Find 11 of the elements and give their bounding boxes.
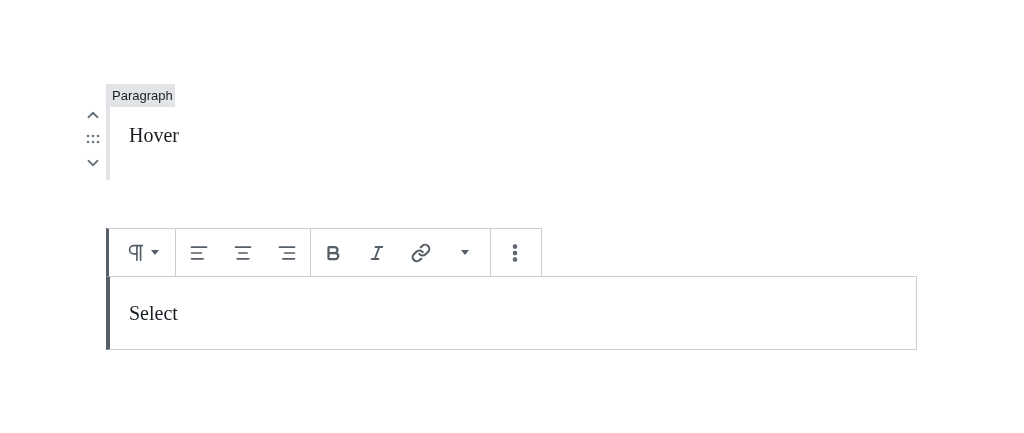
italic-icon <box>368 243 386 262</box>
caret-icon <box>461 250 469 255</box>
paragraph-text: Select <box>129 301 178 326</box>
paragraph-block[interactable]: Paragraph Hover <box>106 84 306 180</box>
paragraph-text: Hover <box>129 123 179 148</box>
link-icon <box>411 242 431 263</box>
drag-handle-icon[interactable] <box>86 134 100 144</box>
bold-icon <box>324 243 342 262</box>
paragraph-block[interactable]: Select <box>106 276 917 350</box>
caret-icon <box>151 250 159 255</box>
block-type-label: Paragraph <box>110 84 175 107</box>
